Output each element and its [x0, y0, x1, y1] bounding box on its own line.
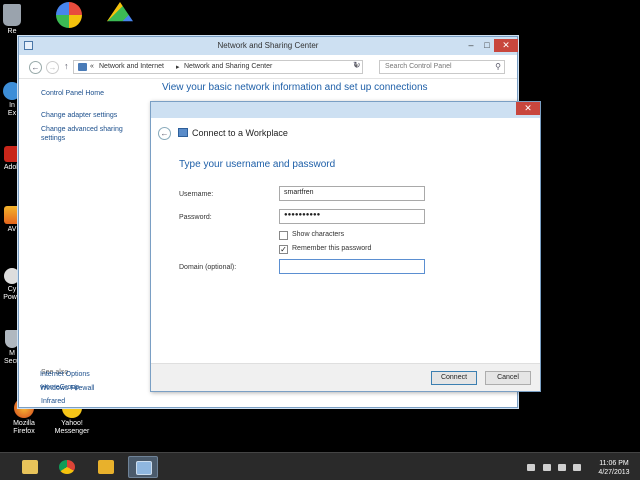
- domain-field[interactable]: [279, 259, 425, 274]
- control-panel-home-link[interactable]: Control Panel Home: [41, 89, 104, 98]
- picasa-icon: [56, 2, 82, 28]
- pen-tool-icon: [98, 460, 114, 474]
- dialog-titlebar[interactable]: ✕: [151, 102, 540, 118]
- breadcrumb-overflow[interactable]: «: [90, 63, 94, 70]
- dialog-heading: Type your username and password: [179, 159, 336, 170]
- navigation-bar: ← → ↑ « Network and Internet ▸ Network a…: [19, 55, 517, 79]
- network-icon[interactable]: [543, 464, 551, 471]
- show-characters-checkbox[interactable]: [279, 231, 288, 240]
- password-label: Password:: [179, 214, 212, 221]
- page-heading: View your basic network information and …: [162, 82, 428, 93]
- internet-options-link[interactable]: Internet Options: [40, 370, 90, 379]
- up-arrow-icon[interactable]: ↑: [64, 61, 69, 71]
- taskbar-app[interactable]: [91, 456, 121, 478]
- minimize-button[interactable]: –: [463, 39, 479, 52]
- desktop-icon-label: Yahoo! Messenger: [54, 420, 90, 435]
- google-drive-icon: [107, 2, 133, 22]
- breadcrumb-separator[interactable]: ▸: [176, 63, 180, 71]
- username-field[interactable]: smartfren: [279, 186, 425, 201]
- breadcrumb-network-sharing-center[interactable]: Network and Sharing Center: [184, 63, 272, 70]
- taskbar: 11:06 PM 4/27/2013: [0, 452, 640, 480]
- windows-firewall-link[interactable]: Windows Firewall: [40, 384, 94, 393]
- window-titlebar[interactable]: Network and Sharing Center – □ ✕: [19, 37, 518, 55]
- control-panel-icon: [136, 461, 152, 475]
- back-arrow-icon[interactable]: ←: [158, 127, 171, 140]
- search-input[interactable]: Search Control Panel: [385, 63, 452, 70]
- clock-date: 4/27/2013: [598, 469, 630, 476]
- remember-password-label[interactable]: Remember this password: [292, 245, 371, 252]
- breadcrumb-network-internet[interactable]: Network and Internet: [99, 63, 164, 70]
- refresh-icon[interactable]: ↻: [353, 60, 361, 71]
- maximize-button[interactable]: □: [479, 39, 495, 52]
- username-label: Username:: [179, 191, 214, 198]
- search-box[interactable]: Search Control Panel ⚲: [379, 60, 505, 74]
- chrome-icon: [59, 460, 75, 474]
- show-characters-label[interactable]: Show characters: [292, 231, 344, 238]
- infrared-link[interactable]: Infrared: [41, 397, 65, 406]
- dialog-close-button[interactable]: ✕: [516, 102, 540, 115]
- connect-to-workplace-dialog: ✕ ← Connect to a Workplace Type your use…: [150, 101, 541, 392]
- clock-time: 11:06 PM: [599, 460, 629, 467]
- cancel-button[interactable]: Cancel: [485, 371, 531, 385]
- desktop-icon-label: Re: [7, 28, 17, 35]
- connect-button[interactable]: Connect: [431, 371, 477, 385]
- desktop-icon-recycle-bin[interactable]: Re: [0, 4, 32, 36]
- recycle-bin-icon: [3, 4, 21, 26]
- address-bar[interactable]: « Network and Internet ▸ Network and Sha…: [73, 60, 363, 74]
- left-pane: Control Panel Home Change adapter settin…: [19, 79, 154, 407]
- back-arrow-icon[interactable]: ←: [29, 61, 42, 74]
- flag-icon[interactable]: [527, 464, 535, 471]
- network-folder-icon: [78, 63, 87, 71]
- domain-label: Domain (optional):: [179, 264, 237, 271]
- battery-icon[interactable]: [558, 464, 566, 471]
- workplace-network-icon: [178, 128, 188, 137]
- dialog-footer: Connect Cancel: [151, 363, 540, 391]
- volume-icon[interactable]: [573, 464, 581, 471]
- taskbar-file-explorer[interactable]: [15, 456, 45, 478]
- search-icon[interactable]: ⚲: [495, 62, 501, 71]
- taskbar-control-panel[interactable]: [128, 456, 158, 478]
- password-field[interactable]: ●●●●●●●●●●: [279, 209, 425, 224]
- desktop-icon-picasa[interactable]: [49, 2, 89, 30]
- taskbar-chrome[interactable]: [52, 456, 82, 478]
- forward-arrow-icon[interactable]: →: [46, 61, 59, 74]
- desktop-icon-drive[interactable]: [100, 2, 140, 28]
- desktop-icon-label: Mozilla Firefox: [13, 420, 35, 435]
- window-title: Network and Sharing Center: [217, 41, 319, 50]
- change-adapter-settings-link[interactable]: Change adapter settings: [41, 111, 117, 120]
- change-advanced-sharing-link[interactable]: Change advanced sharing settings: [41, 125, 141, 143]
- system-clock[interactable]: 11:06 PM 4/27/2013: [592, 459, 636, 477]
- dialog-title: Connect to a Workplace: [192, 128, 288, 138]
- remember-password-checkbox[interactable]: ✓: [279, 245, 288, 254]
- folder-icon: [22, 460, 38, 474]
- security-shield-icon: [5, 330, 19, 348]
- close-button[interactable]: ✕: [494, 39, 518, 52]
